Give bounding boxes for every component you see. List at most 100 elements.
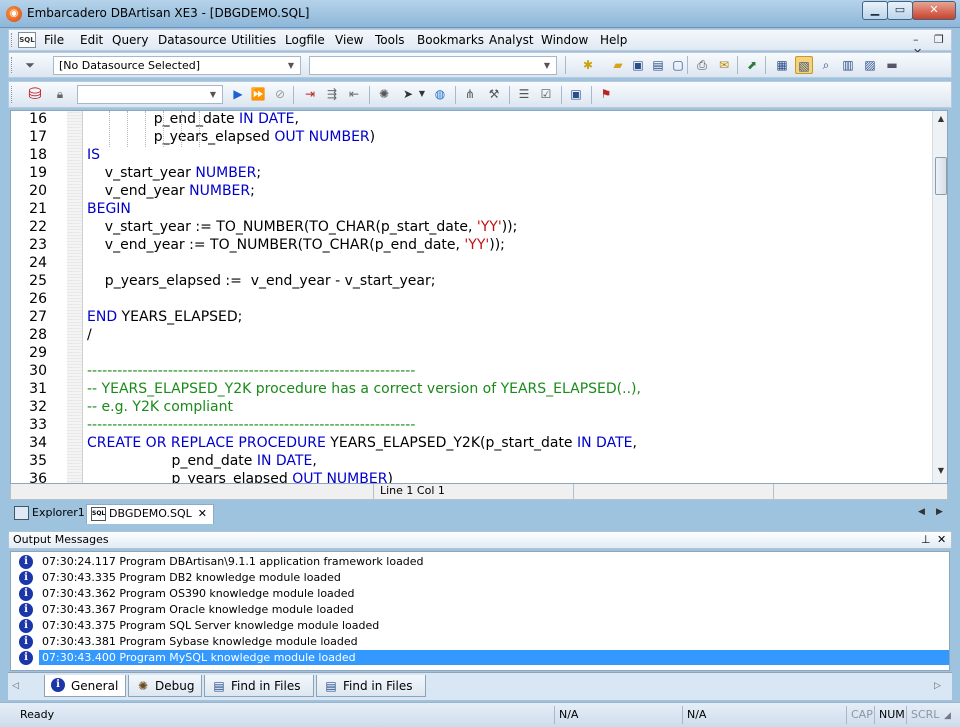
menu-analyst[interactable]: Analyst [489, 33, 534, 47]
database-icon[interactable]: ⛁ [23, 85, 47, 103]
menu-window[interactable]: Window [541, 33, 588, 47]
tab-scroll-right-icon[interactable]: ▷ [934, 681, 941, 691]
datasource-filter-icon[interactable]: ⏷ [21, 56, 39, 74]
code-line[interactable]: v_end_year := TO_NUMBER(TO_CHAR(p_end_da… [87, 237, 505, 253]
tab-scroll-left-icon[interactable]: ◀ [918, 507, 925, 517]
menu-tools[interactable]: Tools [375, 33, 405, 47]
code-line[interactable]: / [87, 327, 92, 343]
menu-logfile[interactable]: Logfile [285, 33, 325, 47]
print-icon[interactable]: ⎙ [693, 56, 711, 74]
properties-icon[interactable]: ▥ [839, 56, 857, 74]
chevron-down-icon[interactable]: ▼ [206, 87, 220, 102]
tab-general[interactable]: i General [44, 675, 126, 697]
open-folder-icon[interactable]: ▰ [609, 56, 627, 74]
minimize-button[interactable]: ▁ [862, 1, 888, 20]
menu-datasource[interactable]: Datasource [158, 33, 227, 47]
app-icon[interactable]: ◉ [6, 6, 22, 22]
maximize-button[interactable]: ▭ [887, 1, 913, 20]
new-file-icon[interactable]: ✱ [579, 56, 597, 74]
resize-grip-icon[interactable]: ◢ [944, 711, 951, 721]
code-line[interactable]: p_years_elapsed OUT NUMBER) [87, 471, 393, 483]
scroll-up-icon[interactable]: ▲ [933, 111, 947, 127]
menu-file[interactable]: File [44, 33, 64, 47]
code-line[interactable]: p_end_date IN DATE, [87, 111, 299, 127]
tab-find-in-files-2[interactable]: ▤ Find in Files 2 [316, 675, 426, 715]
report-icon[interactable]: ▨ [861, 56, 879, 74]
tab-find-in-files-1[interactable]: ▤ Find in Files 1 [204, 675, 314, 715]
output-message[interactable]: i 07:30:43.375 Program SQL Server knowled… [17, 618, 949, 634]
tree-icon[interactable]: ⋔ [461, 85, 479, 103]
step-into-icon[interactable]: ⇥ [301, 85, 319, 103]
mail-icon[interactable]: ✉ [715, 56, 733, 74]
code-line[interactable]: p_end_date IN DATE, [87, 453, 317, 469]
window-cascade-icon[interactable]: ▦ [773, 56, 791, 74]
sql-document-icon[interactable]: SQL [18, 32, 36, 48]
save-all-icon[interactable]: ▤ [649, 56, 667, 74]
pin-icon[interactable]: ⊥ [921, 532, 931, 548]
close-panel-icon[interactable]: ✕ [937, 532, 946, 548]
run-all-icon[interactable]: ⏩ [249, 85, 267, 103]
run-script-icon[interactable]: ⚑ [597, 85, 615, 103]
scroll-down-icon[interactable]: ▼ [933, 463, 947, 479]
toolbar-grip[interactable] [11, 57, 14, 73]
code-line[interactable]: CREATE OR REPLACE PROCEDURE YEARS_ELAPSE… [87, 435, 637, 451]
code-line[interactable]: END YEARS_ELAPSED; [87, 309, 242, 325]
output-message[interactable]: i 07:30:24.117 Program DBArtisan\9.1.1 ap… [17, 554, 949, 570]
checklist-icon[interactable]: ☑ [537, 85, 555, 103]
code-line[interactable]: p_years_elapsed OUT NUMBER) [87, 129, 375, 145]
menu-query[interactable]: Query [112, 33, 148, 47]
tab-explorer1[interactable]: Explorer1 [10, 504, 85, 524]
lock-icon[interactable]: 🔒︎ [51, 85, 69, 103]
database-select[interactable]: ▼ [309, 56, 557, 75]
scrollbar-thumb[interactable] [935, 157, 947, 195]
tab-debug[interactable]: ✺ Debug [128, 675, 202, 697]
output-message[interactable]: i 07:30:43.381 Program Sybase knowledge m… [17, 634, 949, 650]
output-message[interactable]: i 07:30:43.362 Program OS390 knowledge mo… [17, 586, 949, 602]
close-file-icon[interactable]: ▢ [669, 56, 687, 74]
code-line[interactable]: IS [87, 147, 100, 163]
output-message[interactable]: i 07:30:43.367 Program Oracle knowledge m… [17, 602, 949, 618]
code-line[interactable]: ----------------------------------------… [87, 417, 415, 433]
tab-dbgdemo-sql[interactable]: SQL DBGDEMO.SQL ✕ [86, 504, 214, 524]
fold-margin[interactable] [67, 111, 83, 483]
debug-bug-icon[interactable]: ✺ [375, 85, 393, 103]
step-out-icon[interactable]: ⇤ [345, 85, 363, 103]
editor-vertical-scrollbar[interactable]: ▲ ▼ [932, 111, 947, 483]
save-icon[interactable]: ▣ [629, 56, 647, 74]
toolbar-grip[interactable] [11, 86, 14, 103]
sql-editor[interactable]: 16 17 18 19 20 21 22 23 24 25 26 27 28 29 30 31 32 33 34 35… [10, 110, 948, 484]
code-line[interactable]: BEGIN [87, 201, 131, 217]
chevron-down-icon[interactable]: ▼ [284, 58, 298, 73]
notes-icon[interactable]: ☰ [515, 85, 533, 103]
code-line[interactable]: p_years_elapsed := v_end_year - v_start_… [87, 273, 436, 289]
debug-target-select[interactable]: ▼ [77, 85, 223, 104]
active-pane-icon[interactable]: ▧ [795, 56, 813, 74]
monitor-icon[interactable]: ▬ [883, 56, 901, 74]
connect-icon[interactable]: ⬈ [743, 56, 761, 74]
datasource-select[interactable]: [No Datasource Selected] ▼ [53, 56, 301, 75]
dropdown-arrow-icon[interactable]: ▼ [417, 85, 427, 103]
output-messages-list[interactable]: i 07:30:24.117 Program DBArtisan\9.1.1 ap… [10, 551, 950, 671]
chevron-down-icon[interactable]: ▼ [540, 58, 554, 73]
search-icon[interactable]: ⌕ [817, 56, 835, 74]
cursor-icon[interactable]: ➤ [399, 85, 417, 103]
menubar-grip[interactable] [11, 33, 14, 47]
close-window-button[interactable]: ✕ [912, 1, 956, 20]
code-line[interactable]: -- YEARS_ELAPSED_Y2K procedure has a cor… [87, 381, 641, 397]
output-message[interactable]: i 07:30:43.400 Program MySQL knowledge mo… [17, 650, 949, 666]
code-line[interactable]: ----------------------------------------… [87, 363, 415, 379]
globe-icon[interactable]: ◍ [431, 85, 449, 103]
output-message[interactable]: i 07:30:43.335 Program DB2 knowledge modu… [17, 570, 949, 586]
stop-icon[interactable]: ⊘ [271, 85, 289, 103]
code-line[interactable]: v_start_year := TO_NUMBER(TO_CHAR(p_star… [87, 219, 518, 235]
code-line[interactable]: v_end_year NUMBER; [87, 183, 255, 199]
run-icon[interactable]: ▶ [229, 85, 247, 103]
tools-icon[interactable]: ⚒ [485, 85, 503, 103]
tab-scroll-left-icon[interactable]: ◁ [12, 681, 19, 691]
code-line[interactable]: -- e.g. Y2K compliant [87, 399, 233, 415]
step-over-icon[interactable]: ⇶ [323, 85, 341, 103]
menu-bookmarks[interactable]: Bookmarks [417, 33, 484, 47]
menu-utilities[interactable]: Utilities [231, 33, 276, 47]
menu-view[interactable]: View [335, 33, 363, 47]
code-line[interactable]: v_start_year NUMBER; [87, 165, 261, 181]
